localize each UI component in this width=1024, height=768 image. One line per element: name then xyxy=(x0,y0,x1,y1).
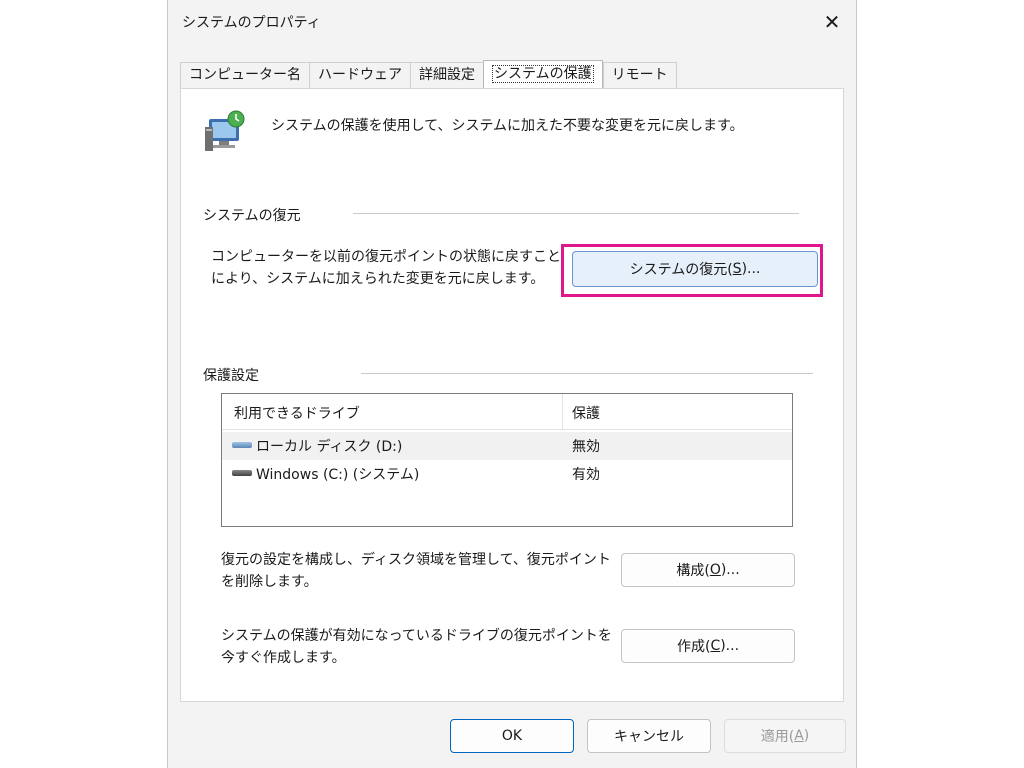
cancel-button[interactable]: キャンセル xyxy=(587,719,711,753)
drive-row-c[interactable]: Windows (C:) (システム) 有効 xyxy=(222,460,792,488)
system-protection-panel: システムの保護を使用して、システムに加えた不要な変更を元に戻します。 システムの… xyxy=(180,88,844,702)
tab-system-protection[interactable]: システムの保護 xyxy=(483,60,603,88)
tab-advanced[interactable]: 詳細設定 xyxy=(410,62,483,88)
tab-hardware[interactable]: ハードウェア xyxy=(309,62,410,88)
restore-heading: システムの復元 xyxy=(203,208,301,224)
list-header: 利用できるドライブ 保護 xyxy=(222,394,792,430)
system-restore-button[interactable]: システムの復元(S)... xyxy=(572,251,818,287)
column-header-drive[interactable]: 利用できるドライブ xyxy=(234,403,360,423)
title-bar: システムのプロパティ ✕ xyxy=(168,0,856,44)
drive-name: ローカル ディスク (D:) xyxy=(256,439,403,455)
system-protection-icon xyxy=(205,110,245,151)
create-button[interactable]: 作成(C)... xyxy=(621,629,795,663)
tab-computer-name[interactable]: コンピューター名 xyxy=(180,62,309,88)
create-description: システムの保護が有効になっているドライブの復元ポイントを今すぐ作成します。 xyxy=(221,628,612,666)
configure-button[interactable]: 構成(O)... xyxy=(621,553,795,587)
restore-description: コンピューターを以前の復元ポイントの状態に戻すことにより、システムに加えられた変… xyxy=(211,249,561,287)
configure-description: 復元の設定を構成し、ディスク領域を管理して、復元ポイントを削除します。 xyxy=(221,552,611,590)
close-icon: ✕ xyxy=(823,10,841,34)
drive-protection-status: 無効 xyxy=(572,439,600,455)
drive-row-d[interactable]: ローカル ディスク (D:) 無効 xyxy=(222,432,792,460)
drive-name: Windows (C:) (システム) xyxy=(256,467,420,483)
protection-divider xyxy=(361,373,813,374)
drive-protection-status: 有効 xyxy=(572,467,600,483)
drive-icon xyxy=(232,442,252,448)
restore-divider xyxy=(353,213,799,214)
apply-button[interactable]: 適用(A) xyxy=(724,719,846,753)
tab-strip: コンピューター名 ハードウェア 詳細設定 システムの保護 リモート xyxy=(180,60,677,88)
close-button[interactable]: ✕ xyxy=(816,6,848,38)
protection-heading: 保護設定 xyxy=(203,368,259,384)
tab-remote[interactable]: リモート xyxy=(602,62,677,88)
intro-text: システムの保護を使用して、システムに加えた不要な変更を元に戻します。 xyxy=(271,118,744,134)
column-header-protection[interactable]: 保護 xyxy=(572,403,600,423)
system-properties-window: システムのプロパティ ✕ コンピューター名 ハードウェア 詳細設定 システムの保… xyxy=(167,0,857,768)
column-separator[interactable] xyxy=(562,394,563,430)
system-drive-icon xyxy=(232,470,252,476)
ok-button[interactable]: OK xyxy=(450,719,574,753)
window-title: システムのプロパティ xyxy=(182,15,321,31)
drive-list[interactable]: 利用できるドライブ 保護 ローカル ディスク (D:) 無効 Windows (… xyxy=(221,393,793,527)
